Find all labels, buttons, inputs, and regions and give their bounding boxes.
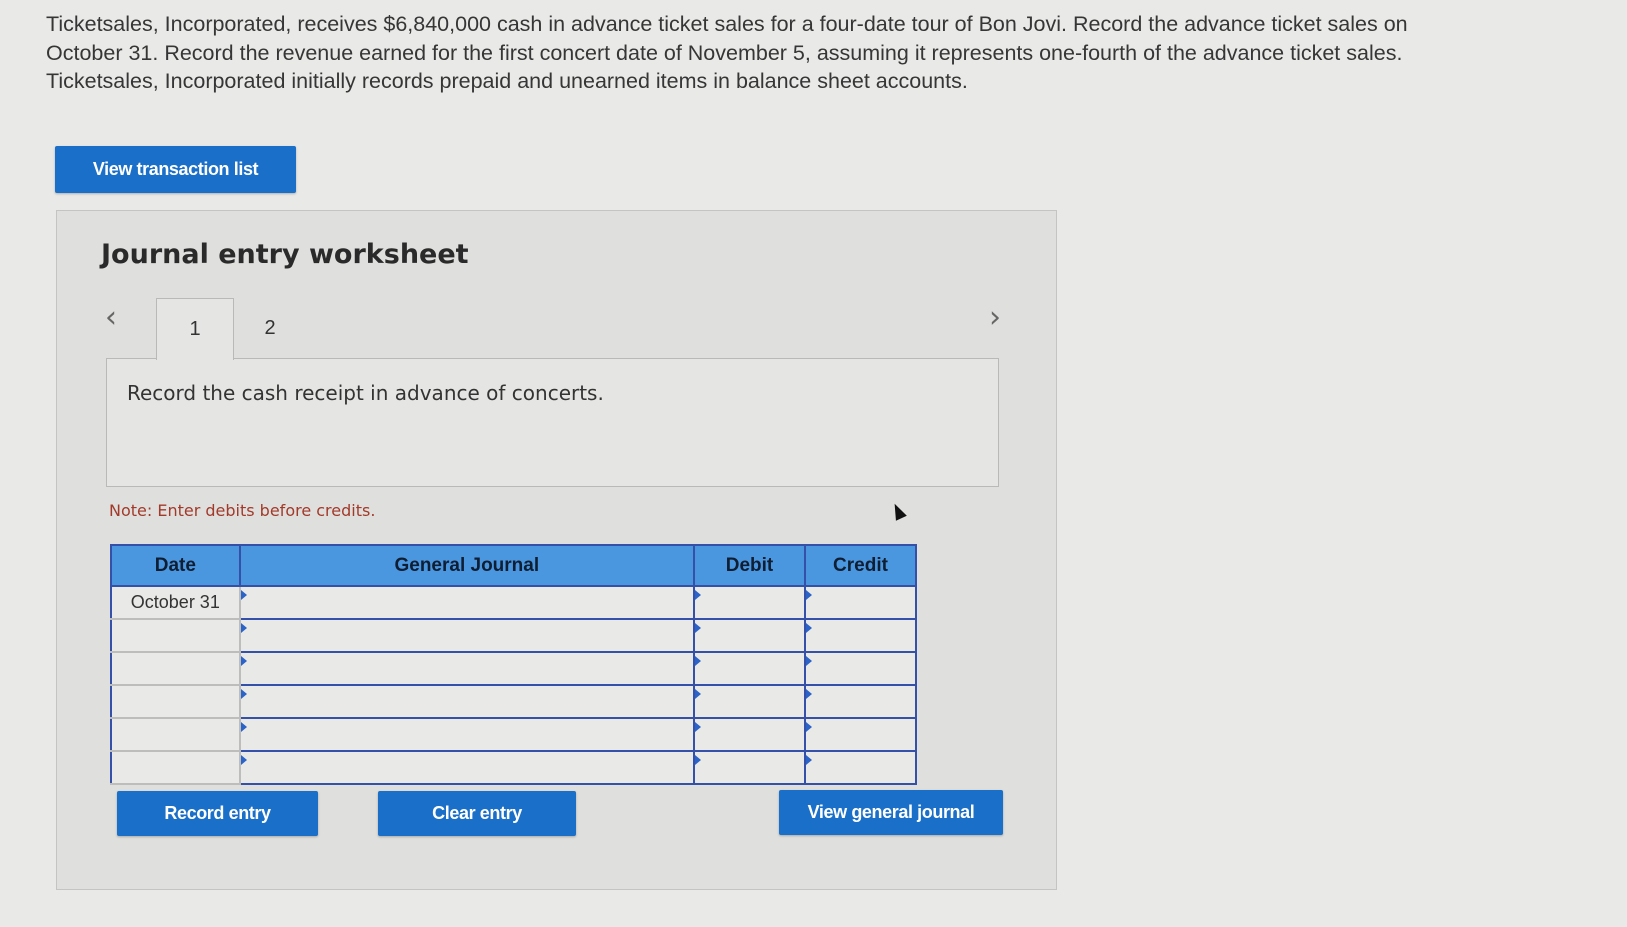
date-cell (110, 618, 241, 653)
date-cell (110, 684, 241, 719)
account-input[interactable] (238, 750, 695, 785)
account-input[interactable] (238, 618, 695, 653)
chevron-right-icon[interactable]: › (989, 303, 1001, 333)
journal-header-row: Date General Journal Debit Credit (110, 544, 918, 587)
instruction-text: Record the cash receipt in advance of co… (127, 381, 604, 405)
debit-input[interactable] (692, 717, 806, 752)
credit-input[interactable] (803, 618, 918, 653)
account-input[interactable] (238, 651, 695, 686)
table-row (110, 684, 918, 719)
credit-input[interactable] (803, 717, 918, 752)
table-row (110, 717, 918, 752)
account-input[interactable] (238, 717, 695, 752)
account-input[interactable] (238, 684, 695, 719)
record-entry-button[interactable]: Record entry (117, 791, 318, 836)
date-column-header: Date (110, 544, 241, 587)
date-cell: October 31 (110, 585, 241, 620)
date-cell (110, 750, 241, 785)
tab-2[interactable]: 2 (232, 298, 308, 358)
chevron-left-icon[interactable]: ‹ (105, 303, 117, 333)
debit-input[interactable] (692, 684, 806, 719)
journal-table: Date General Journal Debit Credit Octobe… (110, 544, 918, 785)
credit-column-header: Credit (803, 544, 918, 587)
credit-input[interactable] (803, 750, 918, 785)
credit-input[interactable] (803, 684, 918, 719)
clear-entry-button[interactable]: Clear entry (378, 791, 576, 836)
debit-credit-note: Note: Enter debits before credits. (109, 501, 376, 520)
debit-column-header: Debit (692, 544, 806, 587)
mouse-pointer-icon (889, 501, 907, 521)
table-row (110, 750, 918, 785)
debit-input[interactable] (692, 651, 806, 686)
date-cell (110, 717, 241, 752)
table-row: October 31 (110, 585, 918, 620)
table-row (110, 618, 918, 653)
view-transaction-list-button[interactable]: View transaction list (55, 146, 296, 193)
journal-entry-worksheet-panel: Journal entry worksheet ‹ 1 2 › Record t… (56, 210, 1057, 890)
credit-input[interactable] (803, 651, 918, 686)
debit-input[interactable] (692, 618, 806, 653)
instruction-box: Record the cash receipt in advance of co… (106, 358, 999, 487)
general-journal-column-header: General Journal (238, 544, 695, 587)
credit-input[interactable] (803, 585, 918, 620)
view-general-journal-button[interactable]: View general journal (779, 790, 1003, 835)
date-cell (110, 651, 241, 686)
table-row (110, 651, 918, 686)
tab-1[interactable]: 1 (156, 298, 234, 360)
debit-input[interactable] (692, 750, 806, 785)
debit-input[interactable] (692, 585, 806, 620)
worksheet-title: Journal entry worksheet (101, 239, 469, 270)
account-input[interactable] (238, 585, 695, 620)
problem-statement: Ticketsales, Incorporated, receives $6,8… (46, 12, 1408, 93)
